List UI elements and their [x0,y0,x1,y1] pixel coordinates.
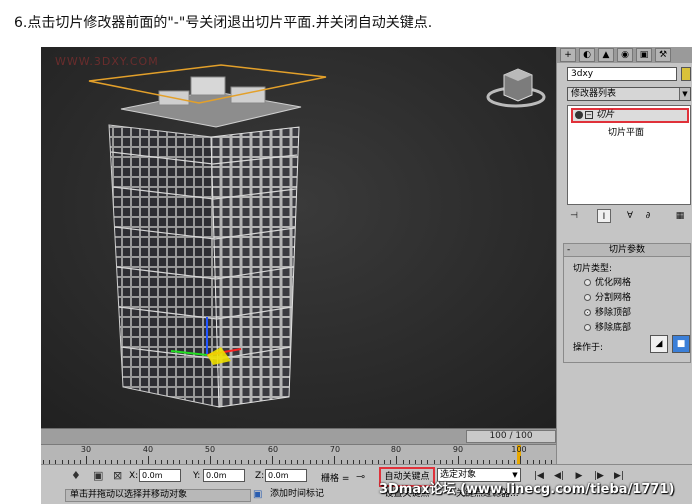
radio-dot[interactable] [584,294,591,301]
bulb-icon[interactable] [575,110,583,119]
radio-label: 分割网格 [595,293,632,303]
object-color-swatch[interactable] [681,67,691,81]
x-coordinate-field[interactable]: 0.0m [139,469,181,482]
radio-remove-bottom[interactable]: 移除底部 [584,320,631,333]
ruler-tick [396,456,398,464]
site-watermark: 3Dmax论坛 (www.linecg.com/tieba/1771) [379,482,675,497]
building-left-face [108,124,220,408]
perspective-viewport[interactable]: WWW.3DXY.COM [41,47,556,442]
radio-dot[interactable] [584,324,591,331]
ruler-label: 50 [204,445,216,454]
collapse-icon[interactable]: - [567,244,570,256]
stack-item-slice[interactable]: − 切片 [571,108,689,123]
pin-icon[interactable]: ♦ [71,469,81,482]
absolute-mode-icon[interactable]: ⊠ [113,469,122,482]
slice-parameters-rollout: - 切片参数 切片类型: 优化网格 分割网格 移除顶部 移除底部 操作于: ◢ … [563,243,691,363]
ruler-tick [148,456,150,464]
lock-icon[interactable]: ▣ [93,469,103,482]
create-tab[interactable]: + [560,48,576,62]
hierarchy-tab[interactable]: ▲ [598,48,614,62]
z-label: Z: [255,471,265,481]
building-right-face [210,126,300,408]
configure-sets-icon[interactable]: ▦ [673,209,687,223]
ruler-label: 90 [452,445,464,454]
ruler-tick [210,456,212,464]
grid-label: 栅格 = [321,474,350,484]
rollout-title: 切片参数 [608,245,645,255]
modifier-list-label: 修改器列表 [571,89,617,99]
radio-split-mesh[interactable]: 分割网格 [584,290,631,303]
modifier-stack[interactable]: − 切片 切片平面 [567,105,691,205]
ruler-label: 80 [390,445,402,454]
key-icon[interactable]: ⊸ [356,470,365,483]
ruler-label: 100 [511,445,527,454]
rollout-header[interactable]: - 切片参数 [564,244,690,257]
bottom-toolbar: ♦ ▣ ⊠ X: 0.0m Y: 0.0m Z: 0.0m 栅格 = ⊸ 单击并… [41,464,692,504]
pin-stack-icon[interactable]: ⊣ [567,209,581,223]
ruler-tick [334,456,336,464]
add-time-tag-button[interactable]: 添加时间标记 [270,489,370,502]
stack-toolbar: ⊣ I ∀ ∂ ▦ [567,209,691,225]
motion-tab[interactable]: ◉ [617,48,633,62]
radio-label: 优化网格 [595,278,632,288]
object-name-field[interactable]: 3dxy [567,67,677,81]
collapse-toggle-icon[interactable]: − [585,110,593,119]
operate-on-face-button[interactable]: ◢ [650,335,668,353]
command-panel: + ◐ ▲ ◉ ▣ ⚒ 3dxy 修改器列表 ▼ − 切片 切片平面 ⊣ I ∀ … [556,47,692,464]
radio-refine-mesh[interactable]: 优化网格 [584,275,631,288]
time-slider-track[interactable]: 100 / 100 [41,428,556,444]
viewport-watermark: WWW.3DXY.COM [55,55,159,68]
radio-label: 移除顶部 [595,308,632,318]
ruler-label: 40 [142,445,154,454]
time-slider[interactable]: 100 / 100 [466,430,556,443]
status-prompt: 单击并拖动以选择并移动对象 [65,489,251,502]
x-label: X: [129,471,139,481]
stack-subobject-slice-plane[interactable]: 切片平面 [608,125,644,138]
utilities-tab[interactable]: ⚒ [655,48,671,62]
ruler-tick [86,456,88,464]
display-tab[interactable]: ▣ [636,48,652,62]
y-label: Y: [193,471,201,481]
show-end-result-icon[interactable]: I [597,209,611,223]
stack-item-label: 切片 [596,110,615,120]
radio-remove-top[interactable]: 移除顶部 [584,305,631,318]
ruler-tick [458,456,460,464]
ruler-tick [272,456,274,464]
viewport-scene [41,47,556,442]
modify-tab[interactable]: ◐ [579,48,595,62]
slice-type-label: 切片类型: [573,264,613,274]
operate-on-poly-button[interactable]: ■ [672,335,690,353]
ruler-label: 70 [329,445,341,454]
ruler-label: 30 [80,445,92,454]
make-unique-icon[interactable]: ∀ [623,209,637,223]
radio-label: 移除底部 [595,323,632,333]
operate-on-label: 操作于: [573,343,604,353]
radio-dot-selected[interactable] [584,309,591,316]
y-coordinate-field[interactable]: 0.0m [203,469,245,482]
ruler-label: 60 [267,445,279,454]
time-tag-icon[interactable]: ▣ [253,489,262,500]
radio-dot[interactable] [584,279,591,286]
command-panel-tabs: + ◐ ▲ ◉ ▣ ⚒ [557,47,692,63]
ruler-tick [520,456,522,464]
remove-modifier-icon[interactable]: ∂ [641,209,655,223]
caption-text: 6.点击切片修改器前面的"-"号关闭退出切片平面.并关闭自动关键点. [14,15,433,31]
track-bar[interactable]: 30 40 50 60 70 80 90 100 [41,444,556,464]
z-coordinate-field[interactable]: 0.0m [265,469,307,482]
chevron-down-icon[interactable]: ▼ [679,88,690,100]
modifier-list-dropdown[interactable]: 修改器列表 ▼ [567,87,691,101]
